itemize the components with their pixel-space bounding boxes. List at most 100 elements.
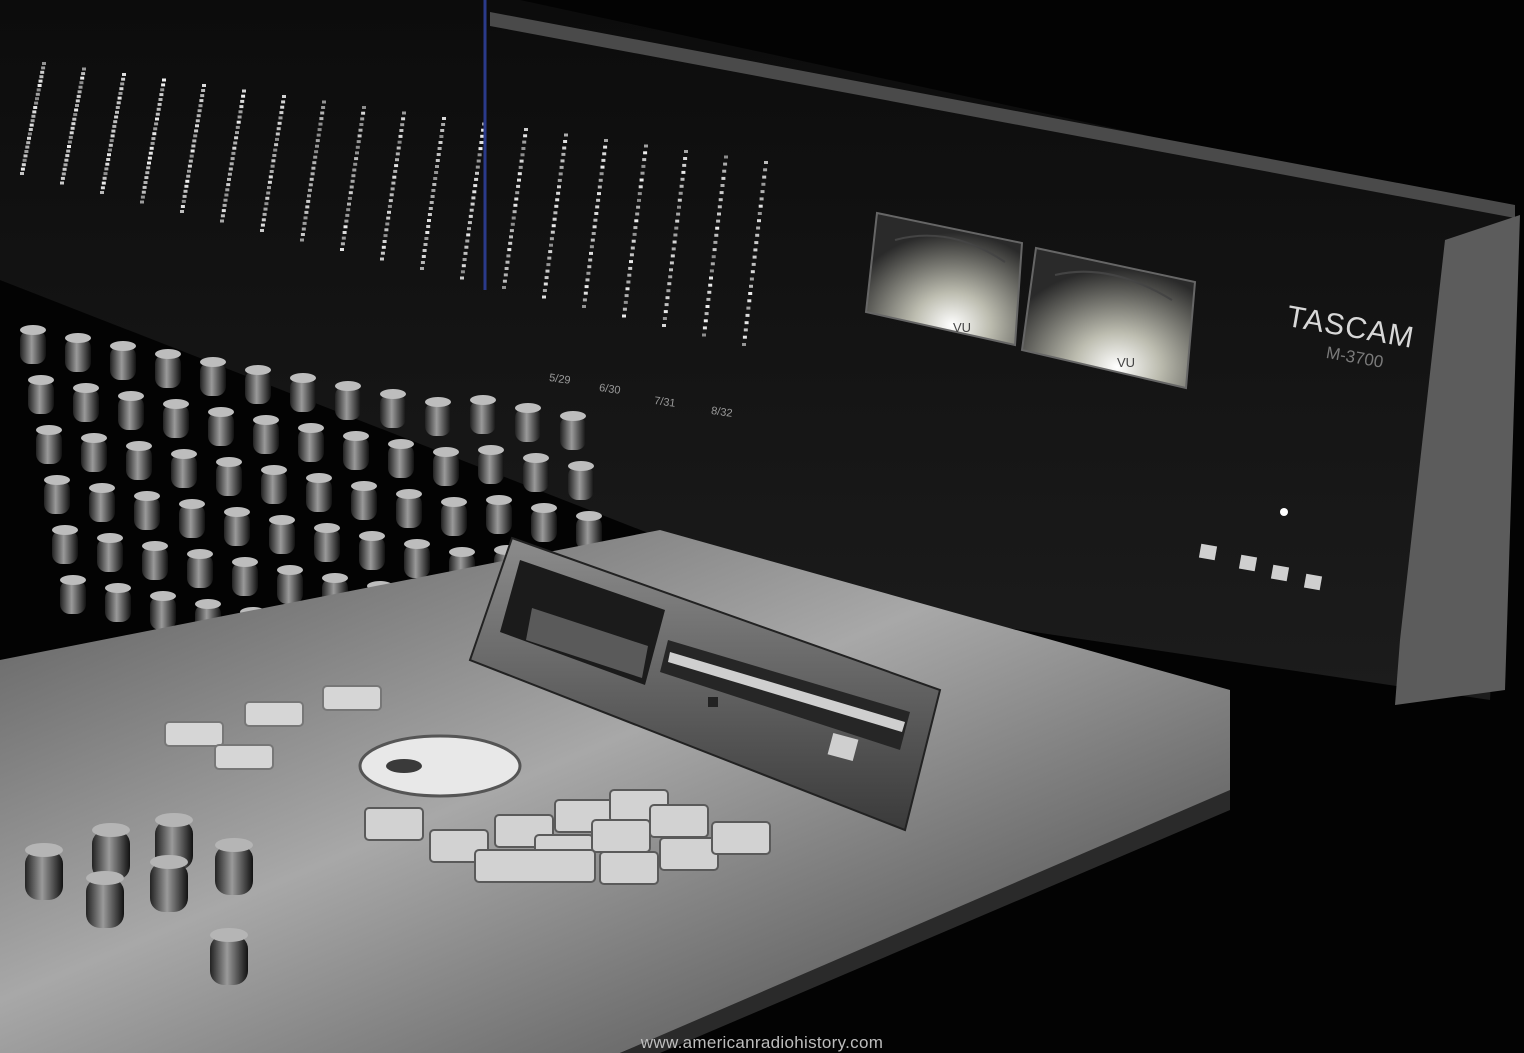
led-segment — [558, 179, 562, 182]
led-segment — [390, 193, 394, 196]
led-segment — [424, 243, 428, 246]
led-segment — [508, 242, 512, 245]
led-segment — [202, 84, 206, 87]
led-segment — [151, 142, 155, 145]
led-segment — [593, 225, 597, 228]
led-segment — [513, 210, 517, 213]
led-segment — [721, 177, 725, 180]
led-segment — [78, 90, 82, 93]
led-segment — [442, 117, 446, 120]
led-segment — [239, 105, 243, 108]
led-segment — [503, 280, 507, 283]
led-segment — [709, 277, 713, 280]
led-segment — [628, 267, 632, 270]
led-segment — [114, 116, 118, 119]
knob — [118, 396, 144, 430]
led-segment — [109, 144, 113, 147]
led-segment — [594, 212, 598, 215]
led-segment — [563, 140, 567, 143]
led-segment — [663, 317, 667, 320]
led-segment — [81, 72, 85, 75]
led-segment — [38, 84, 42, 87]
led-segment — [633, 233, 637, 236]
led-segment — [25, 146, 29, 149]
knob-cap — [134, 491, 160, 501]
led-segment — [68, 141, 72, 144]
led-segment — [20, 172, 24, 175]
led-segment — [71, 127, 75, 130]
led-segment — [707, 291, 711, 294]
led-segment — [433, 177, 437, 180]
led-segment — [271, 165, 275, 168]
led-segment — [750, 278, 754, 281]
knob-cap — [269, 515, 295, 525]
led-segment — [116, 106, 120, 109]
led-segment — [542, 296, 546, 299]
led-segment — [189, 160, 193, 163]
knob-cap — [163, 399, 189, 409]
led-segment — [23, 159, 27, 162]
knob — [110, 346, 136, 380]
led-segment — [361, 112, 365, 115]
vu-left-label: VU — [953, 320, 971, 335]
led-segment — [77, 95, 81, 98]
led-segment — [423, 249, 427, 252]
led-segment — [147, 162, 151, 165]
knob-cap — [224, 507, 250, 517]
led-segment — [636, 206, 640, 209]
led-segment — [471, 203, 475, 206]
led-segment — [681, 171, 685, 174]
led-segment — [665, 303, 669, 306]
led-segment — [232, 147, 236, 150]
led-segment — [510, 229, 514, 232]
led-segment — [39, 80, 43, 83]
led-segment — [35, 97, 39, 100]
led-segment — [513, 204, 517, 207]
led-segment — [743, 336, 747, 339]
led-segment — [524, 128, 528, 131]
led-segment — [474, 178, 478, 181]
knob-cap — [155, 813, 193, 827]
knob — [335, 386, 361, 420]
led-segment — [348, 197, 352, 200]
led-segment — [347, 203, 351, 206]
led-segment — [384, 234, 388, 237]
knob-cap — [142, 541, 168, 551]
led-segment — [521, 147, 525, 150]
led-segment — [188, 165, 192, 168]
knob-cap — [187, 549, 213, 559]
led-segment — [278, 122, 282, 125]
led-segment — [261, 224, 265, 227]
knob-cap — [208, 407, 234, 417]
led-segment — [351, 174, 355, 177]
led-segment — [516, 185, 520, 188]
led-segment — [478, 153, 482, 156]
led-segment — [236, 126, 240, 129]
led-segment — [274, 143, 278, 146]
led-segment — [398, 141, 402, 144]
led-segment — [300, 239, 304, 242]
knob — [150, 596, 176, 630]
led-segment — [629, 260, 633, 263]
knob-cap — [306, 473, 332, 483]
knob-cap — [359, 531, 385, 541]
led-segment — [79, 81, 83, 84]
led-segment — [119, 87, 123, 90]
knob — [515, 408, 541, 442]
led-segment — [640, 179, 644, 182]
led-segment — [624, 301, 628, 304]
led-segment — [668, 275, 672, 278]
knob — [89, 488, 115, 522]
led-segment — [148, 157, 152, 160]
knob — [351, 486, 377, 520]
led-segment — [156, 113, 160, 116]
led-segment — [761, 183, 765, 186]
led-segment — [159, 98, 163, 101]
led-segment — [306, 200, 310, 203]
knob — [86, 878, 124, 928]
knob-cap — [216, 457, 242, 467]
led-segment — [119, 92, 123, 95]
led-segment — [439, 135, 443, 138]
knob — [97, 538, 123, 572]
led-segment — [546, 263, 550, 266]
